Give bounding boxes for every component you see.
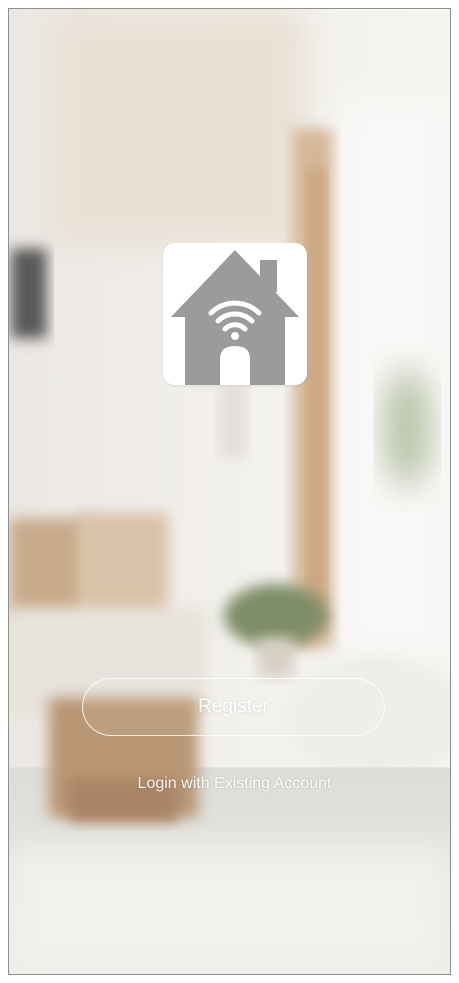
app-logo [163, 243, 307, 385]
smart-home-wifi-house-icon [171, 250, 299, 385]
background-photo [9, 9, 450, 974]
login-existing-account-link[interactable]: Login with Existing Account [49, 772, 420, 796]
register-button[interactable]: Register [82, 678, 385, 736]
app-screen: Register Login with Existing Account [8, 8, 451, 975]
